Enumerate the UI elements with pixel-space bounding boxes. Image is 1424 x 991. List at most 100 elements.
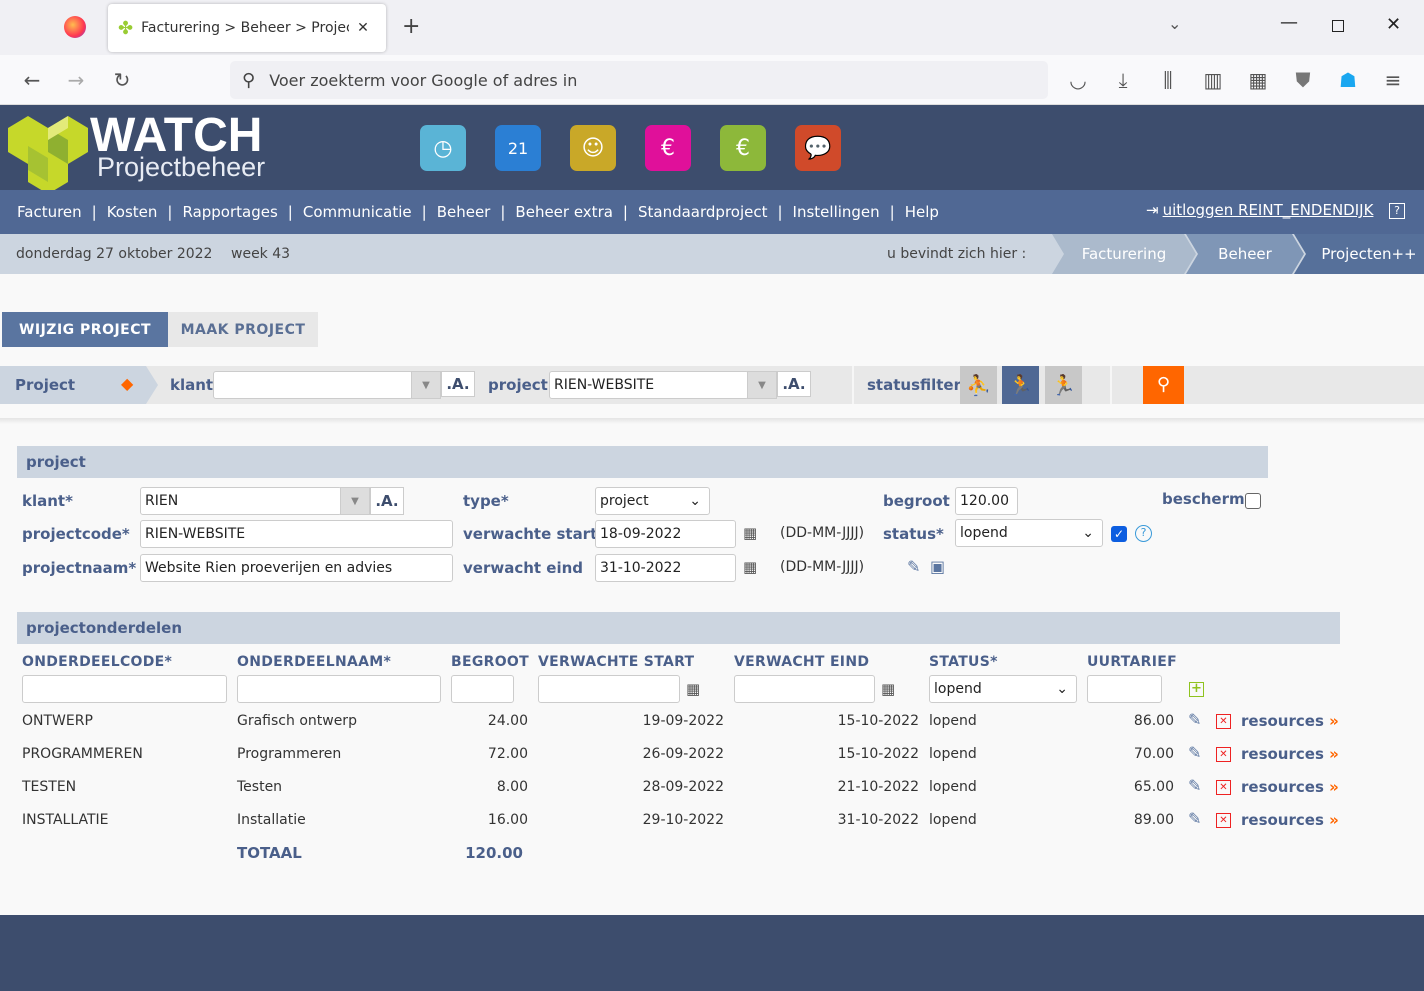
- filter-project-a-button[interactable]: .A.: [777, 371, 811, 397]
- filter-project-label: project: [488, 376, 548, 394]
- library-icon[interactable]: ⫼: [1156, 68, 1180, 92]
- ghostery-icon[interactable]: ☗: [1336, 68, 1360, 92]
- maximize-icon[interactable]: [1332, 20, 1344, 32]
- sidebar-icon[interactable]: ▥: [1201, 68, 1225, 92]
- klant-dropdown[interactable]: ▼: [340, 487, 370, 515]
- new-uurtarief-input[interactable]: [1087, 675, 1162, 703]
- projectnaam-input[interactable]: Website Rien proeverijen en advies: [140, 554, 453, 582]
- menu-instellingen[interactable]: Instellingen: [793, 203, 880, 221]
- save-icon[interactable]: ▣: [930, 557, 945, 576]
- projectcode-input[interactable]: RIEN-WEBSITE: [140, 520, 453, 548]
- new-code-input[interactable]: [22, 675, 227, 703]
- tab-maak-project[interactable]: MAAK PROJECT: [168, 312, 318, 347]
- calendar-icon[interactable]: ▦: [743, 524, 757, 542]
- url-bar[interactable]: ⚲ Voer zoekterm voor Google of adres in: [230, 61, 1048, 99]
- tab-wijzig-project[interactable]: WIJZIG PROJECT: [2, 312, 168, 347]
- breadcrumb-beheer[interactable]: Beheer: [1186, 234, 1304, 274]
- breadcrumb-facturering[interactable]: Facturering: [1052, 234, 1196, 274]
- eraser-icon[interactable]: ◆: [121, 374, 133, 393]
- calendar-icon[interactable]: ▦: [743, 558, 757, 576]
- reload-icon[interactable]: ↻: [110, 68, 134, 92]
- klant-a-button[interactable]: .A.: [370, 487, 404, 515]
- resources-link[interactable]: resources »: [1241, 811, 1339, 829]
- search-button[interactable]: ⚲: [1143, 366, 1184, 404]
- calendar-icon[interactable]: 21: [495, 125, 541, 171]
- row-start: 29-10-2022: [642, 812, 724, 828]
- new-start-input[interactable]: [538, 675, 680, 703]
- watch-logo[interactable]: [8, 116, 88, 194]
- firefox-icon[interactable]: [64, 16, 86, 38]
- row-code: INSTALLATIE: [22, 812, 109, 828]
- chat-icon[interactable]: 💬: [795, 125, 841, 171]
- delete-icon[interactable]: ✕: [1216, 714, 1231, 729]
- edit-icon[interactable]: ✎: [1188, 809, 1201, 828]
- minimize-icon[interactable]: —: [1280, 12, 1298, 33]
- forward-icon[interactable]: →: [64, 68, 88, 92]
- help-icon[interactable]: ?: [1135, 525, 1152, 542]
- add-icon[interactable]: +: [1189, 682, 1204, 697]
- back-icon[interactable]: ←: [20, 68, 44, 92]
- menu-rapportages[interactable]: Rapportages: [182, 203, 277, 221]
- status-filter-finished-icon[interactable]: 🏃: [1045, 366, 1082, 404]
- new-begroot-input[interactable]: [451, 675, 514, 703]
- menu-beheer-extra[interactable]: Beheer extra: [515, 203, 613, 221]
- status-filter-running-icon[interactable]: 🏃: [1002, 366, 1039, 404]
- new-status-select[interactable]: lopend ⌄: [929, 675, 1077, 703]
- resources-link[interactable]: resources »: [1241, 778, 1339, 796]
- logout-icon: ⇥: [1146, 201, 1159, 219]
- menu-standaardproject[interactable]: Standaardproject: [638, 203, 768, 221]
- clock-icon[interactable]: ◷: [420, 125, 466, 171]
- delete-icon[interactable]: ✕: [1216, 813, 1231, 828]
- close-tab-icon[interactable]: ✕: [357, 20, 369, 36]
- bescherm-checkbox[interactable]: [1245, 493, 1261, 509]
- search-icon: ⚲: [1156, 374, 1171, 395]
- edit-icon[interactable]: ✎: [1188, 776, 1201, 795]
- start-date-input[interactable]: 18-09-2022: [595, 520, 736, 548]
- download-icon[interactable]: ⤓: [1111, 68, 1135, 92]
- filter-project-input[interactable]: RIEN-WEBSITE: [549, 371, 749, 399]
- status-filter-planned-icon[interactable]: ⛹: [960, 366, 997, 404]
- ublock-icon[interactable]: ⛊: [1291, 68, 1315, 92]
- new-eind-input[interactable]: [734, 675, 875, 703]
- type-select[interactable]: project ⌄: [595, 487, 710, 515]
- menu-help[interactable]: Help: [905, 203, 939, 221]
- status-checkbox[interactable]: ✓: [1111, 526, 1127, 542]
- begroot-input[interactable]: 120.00: [955, 487, 1018, 515]
- invoice-icon[interactable]: €: [645, 125, 691, 171]
- menu-icon[interactable]: ≡: [1381, 68, 1405, 92]
- calendar-icon[interactable]: ▦: [686, 680, 700, 698]
- filter-section-label: Project: [15, 376, 76, 394]
- help-icon[interactable]: ?: [1389, 203, 1405, 219]
- status-select[interactable]: lopend ⌄: [955, 519, 1103, 547]
- logout-link[interactable]: ⇥ uitloggen REINT_ENDENDIJK: [1146, 201, 1373, 219]
- klant-input[interactable]: RIEN: [140, 487, 342, 515]
- menu-kosten[interactable]: Kosten: [107, 203, 158, 221]
- end-date-input[interactable]: 31-10-2022: [595, 554, 736, 582]
- filter-klant-input[interactable]: [213, 371, 413, 399]
- new-naam-input[interactable]: [237, 675, 441, 703]
- qr-code-icon[interactable]: ▦: [1246, 68, 1270, 92]
- breadcrumb-projecten[interactable]: Projecten++: [1294, 234, 1424, 274]
- delete-icon[interactable]: ✕: [1216, 780, 1231, 795]
- row-uurtarief: 65.00: [1133, 779, 1174, 795]
- menu-communicatie[interactable]: Communicatie: [303, 203, 412, 221]
- resources-link[interactable]: resources »: [1241, 745, 1339, 763]
- delete-icon[interactable]: ✕: [1216, 747, 1231, 762]
- edit-icon[interactable]: ✎: [1188, 743, 1201, 762]
- browser-tab[interactable]: ✤ Facturering > Beheer > Projecten++ ✕: [108, 4, 386, 52]
- edit-icon[interactable]: ✎: [907, 557, 920, 576]
- pocket-icon[interactable]: ◡: [1066, 68, 1090, 92]
- new-tab-icon[interactable]: +: [402, 14, 420, 39]
- calendar-icon[interactable]: ▦: [881, 680, 895, 698]
- menu-beheer[interactable]: Beheer: [437, 203, 491, 221]
- window-close-icon[interactable]: ✕: [1386, 14, 1401, 35]
- filter-klant-dropdown[interactable]: ▼: [411, 371, 441, 399]
- filter-project-dropdown[interactable]: ▼: [747, 371, 777, 399]
- resources-link[interactable]: resources »: [1241, 712, 1339, 730]
- edit-icon[interactable]: ✎: [1188, 710, 1201, 729]
- people-icon[interactable]: ☺: [570, 125, 616, 171]
- menu-facturen[interactable]: Facturen: [17, 203, 82, 221]
- chevron-down-icon[interactable]: ⌄: [1168, 14, 1181, 33]
- calculator-icon[interactable]: €: [720, 125, 766, 171]
- filter-klant-a-button[interactable]: .A.: [441, 371, 475, 397]
